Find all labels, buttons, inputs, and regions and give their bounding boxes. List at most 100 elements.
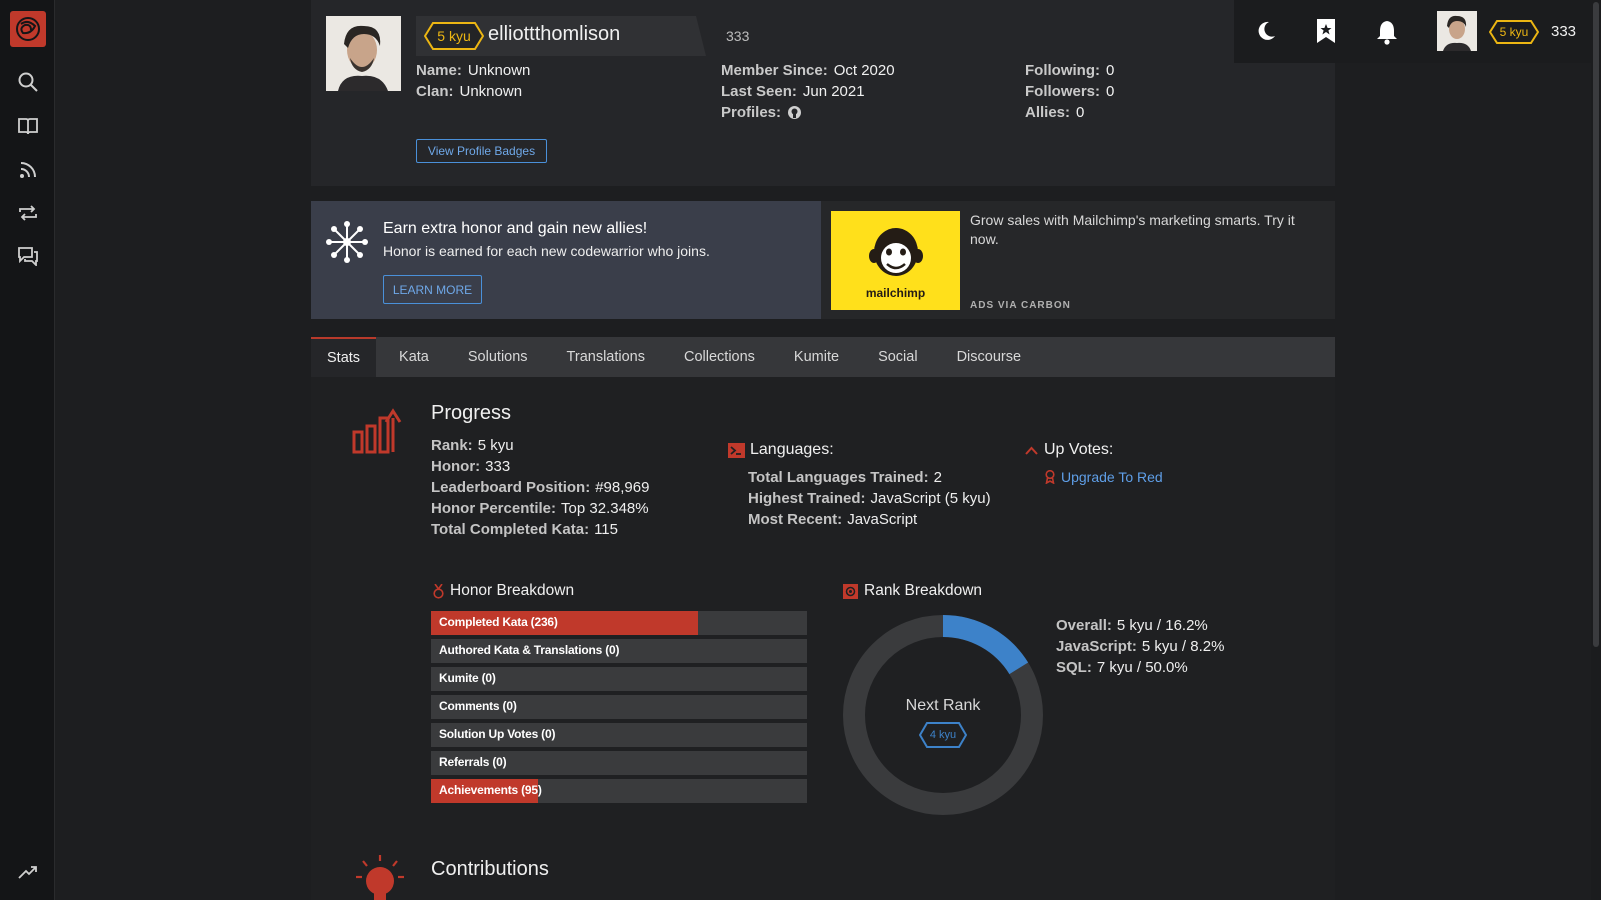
tab-solutions[interactable]: Solutions [452, 337, 544, 377]
chevron-up-icon [1025, 446, 1038, 455]
honor-bar-label: Solution Up Votes (0) [439, 727, 556, 741]
learn-more-button[interactable]: LEARN MORE [383, 275, 482, 304]
rank-target-icon [843, 583, 858, 599]
bookmark-icon[interactable] [1315, 18, 1337, 47]
ads-via-carbon[interactable]: ADS VIA CARBON [970, 300, 1071, 311]
leaderboard-value: #98,969 [595, 479, 650, 496]
search-icon[interactable] [16, 70, 40, 94]
completed-kata-value: 115 [594, 521, 618, 538]
scrollbar[interactable] [1591, 0, 1601, 900]
lightbulb-icon [354, 855, 406, 900]
ad-text[interactable]: Grow sales with Mailchimp's marketing sm… [970, 211, 1310, 249]
avatar [326, 16, 401, 91]
honor-bar: Kumite (0) [431, 667, 807, 691]
topbar-rank-badge: 5 kyu [1489, 20, 1539, 44]
last-seen-label: Last Seen: [721, 83, 797, 100]
highest-trained-label: Highest Trained: [748, 490, 866, 507]
honor-bar-label: Kumite (0) [439, 671, 496, 685]
honor-value: 333 [726, 28, 750, 44]
github-icon[interactable] [787, 105, 802, 120]
overall-value: 5 kyu / 16.2% [1116, 617, 1208, 634]
honor-bar: Completed Kata (236) [431, 611, 807, 635]
next-rank-badge: 4 kyu [919, 722, 967, 748]
codewars-logo-icon[interactable] [10, 11, 46, 47]
progress-title: Progress [431, 402, 512, 424]
rank-badge: 5 kyu [424, 22, 484, 50]
most-recent-label: Most Recent: [748, 511, 843, 528]
leaderboard-label: Leaderboard Position: [431, 479, 591, 496]
feed-icon[interactable] [16, 158, 40, 182]
dark-mode-icon[interactable] [1254, 19, 1278, 46]
tab-stats[interactable]: Stats [311, 337, 377, 377]
profiles-label: Profiles: [721, 104, 782, 121]
chat-icon[interactable] [16, 244, 40, 268]
allies-value: 0 [1076, 104, 1085, 121]
completed-kata-stat: Total Completed Kata: 115 [431, 519, 618, 540]
tab-translations[interactable]: Translations [551, 337, 661, 377]
upvotes-title: Up Votes: [1044, 441, 1114, 458]
honor-stat: Honor: 333 [431, 456, 510, 477]
followers-label: Followers: [1025, 83, 1101, 100]
honor-bar: Authored Kata & Translations (0) [431, 639, 807, 663]
following-value: 0 [1105, 62, 1115, 79]
highest-trained-stat: Highest Trained: JavaScript (5 kyu) [748, 488, 991, 509]
honor-bar-label: Completed Kata (236) [439, 615, 558, 629]
most-recent-stat: Most Recent: JavaScript [748, 509, 917, 530]
member-since-row: Member Since: Oct 2020 [721, 60, 895, 81]
name-row: Name: Unknown [416, 60, 530, 81]
honor-stat-label: Honor: [431, 458, 481, 475]
tab-social[interactable]: Social [862, 337, 934, 377]
ribbon-icon [1045, 470, 1055, 484]
top-bar: 5 kyu 333 [1234, 0, 1591, 63]
overall-rank-stat: Overall: 5 kyu / 16.2% [1056, 615, 1208, 636]
member-since-value: Oct 2020 [833, 62, 895, 79]
topbar-honor: 333 [1551, 23, 1577, 40]
javascript-label: JavaScript: [1056, 638, 1137, 655]
mailchimp-wordmark: mailchimp [865, 286, 926, 300]
name-value: Unknown [467, 62, 531, 79]
promo-title: Earn extra honor and gain new allies! [383, 220, 648, 237]
tab-kumite[interactable]: Kumite [778, 337, 855, 377]
honor-breakdown-heading: Honor Breakdown [433, 582, 574, 600]
following-row: Following: 0 [1025, 60, 1114, 81]
next-rank-label: Next Rank [905, 697, 981, 714]
honor-bar: Referrals (0) [431, 751, 807, 775]
profile-name-bar: 5 kyu elliottthomlison [416, 16, 706, 56]
view-profile-badges-button[interactable]: View Profile Badges [416, 139, 547, 163]
contributions-title: Contributions [431, 858, 549, 880]
profile-tabs: Stats Kata Solutions Translations Collec… [311, 337, 1335, 377]
book-icon[interactable] [16, 114, 40, 138]
allies-label: Allies: [1025, 104, 1071, 121]
honor-bar: Solution Up Votes (0) [431, 723, 807, 747]
languages-trained-value: 2 [933, 469, 942, 486]
rank-label: 5 kyu [437, 28, 471, 44]
rank-donut-chart: Next Rank 4 kyu [843, 615, 1043, 815]
upgrade-to-red-link[interactable]: Upgrade To Red [1061, 469, 1163, 485]
honor-bar: Achievements (95) [431, 779, 807, 803]
scrollbar-thumb[interactable] [1593, 2, 1599, 647]
carbon-ad[interactable]: mailchimp Grow sales with Mailchimp's ma… [821, 201, 1335, 319]
javascript-value: 5 kyu / 8.2% [1141, 638, 1225, 655]
network-icon [325, 220, 369, 267]
promo-subtitle: Honor is earned for each new codewarrior… [383, 243, 710, 259]
tab-collections[interactable]: Collections [668, 337, 771, 377]
clan-value: Unknown [459, 83, 523, 100]
user-avatar-small[interactable] [1437, 11, 1477, 51]
tab-discourse[interactable]: Discourse [941, 337, 1037, 377]
honor-bar-label: Referrals (0) [439, 755, 507, 769]
last-seen-row: Last Seen: Jun 2021 [721, 81, 865, 102]
repeat-icon[interactable] [16, 201, 40, 225]
tab-kata[interactable]: Kata [383, 337, 445, 377]
left-nav-rail [0, 0, 55, 900]
username: elliottthomlison [488, 23, 621, 45]
rank-breakdown-heading: Rank Breakdown [843, 582, 982, 600]
honor-bar-label: Authored Kata & Translations (0) [439, 643, 620, 657]
clan-label: Clan: [416, 83, 454, 100]
trending-icon[interactable] [16, 860, 40, 884]
languages-trained-label: Total Languages Trained: [748, 469, 929, 486]
honor-stat-value: 333 [485, 458, 511, 475]
mailchimp-logo[interactable]: mailchimp [831, 211, 960, 310]
next-rank-value: 4 kyu [929, 729, 957, 741]
notifications-bell-icon[interactable] [1375, 19, 1399, 48]
leaderboard-stat: Leaderboard Position: #98,969 [431, 477, 649, 498]
